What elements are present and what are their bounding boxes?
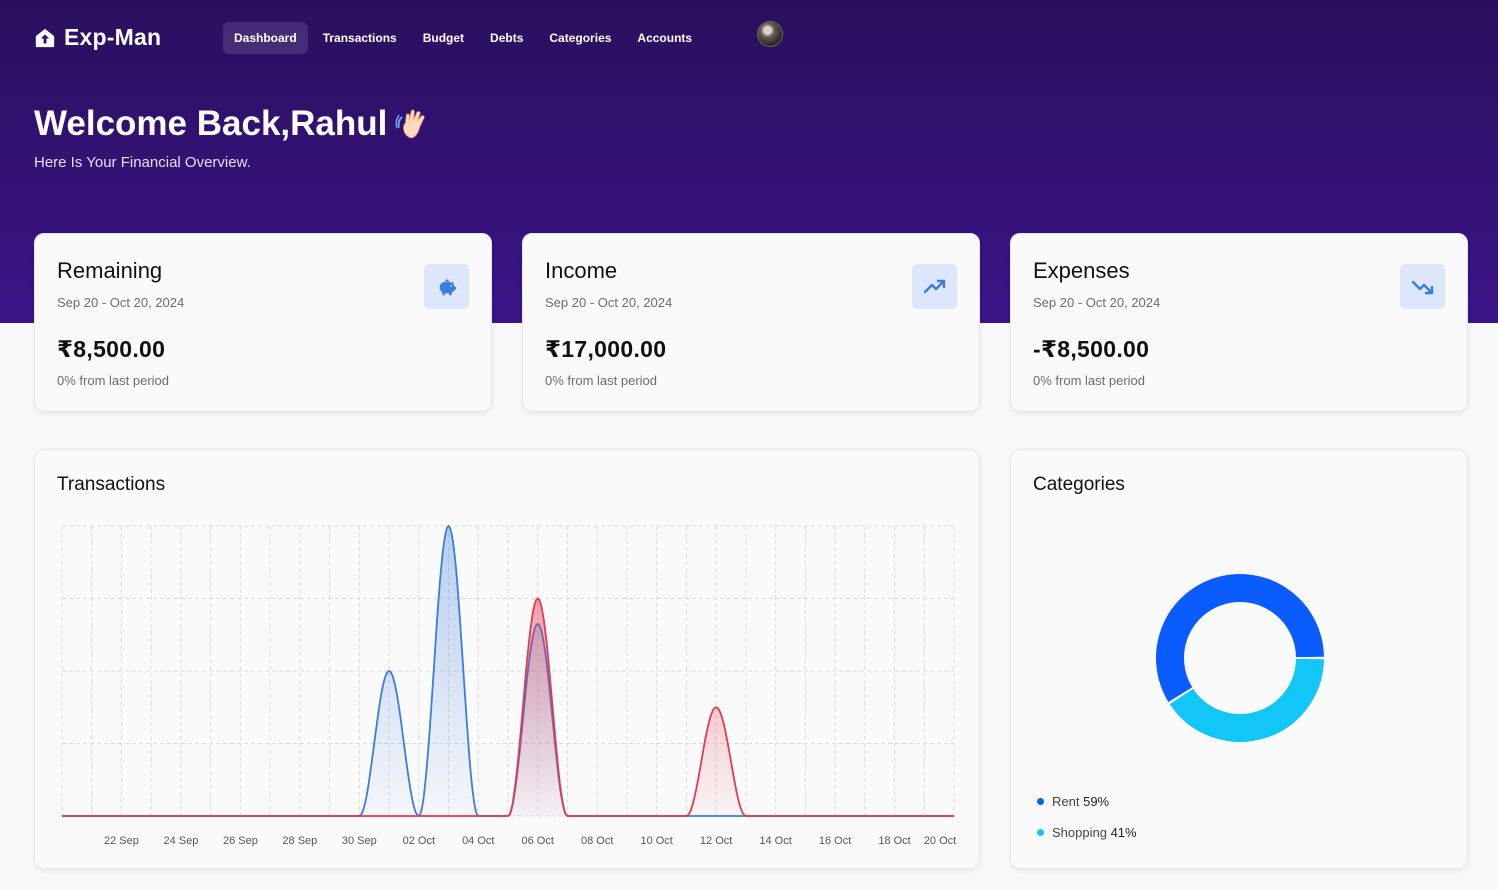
legend-item-rent: Rent 59% bbox=[1037, 794, 1109, 809]
stat-title: Remaining bbox=[57, 258, 163, 283]
x-tick-label: 02 Oct bbox=[403, 835, 435, 847]
legend-label: Rent 59% bbox=[1052, 794, 1110, 809]
trending-up-icon bbox=[923, 279, 945, 293]
nav-item-dashboard[interactable]: Dashboard bbox=[223, 22, 308, 54]
user-avatar[interactable] bbox=[757, 21, 783, 47]
x-tick-label: 24 Sep bbox=[163, 835, 198, 847]
stat-change: 0% from last period bbox=[57, 373, 169, 388]
x-tick-label: 30 Sep bbox=[342, 835, 377, 847]
home-upload-icon bbox=[35, 28, 55, 47]
stat-amount: ₹8,500.00 bbox=[57, 336, 166, 362]
top-navigation: Exp-Man Dashboard Transactions Budget De… bbox=[0, 0, 1498, 75]
stat-card-remaining: Remaining Sep 20 - Oct 20, 2024 ₹8,500.0… bbox=[34, 233, 492, 412]
stat-icon-box bbox=[424, 264, 469, 309]
legend-label: Shopping 41% bbox=[1052, 825, 1137, 840]
stat-amount: ₹17,000.00 bbox=[545, 336, 667, 362]
nav-item-budget[interactable]: Budget bbox=[412, 22, 475, 54]
x-tick-label: 06 Oct bbox=[522, 835, 554, 847]
welcome-subtitle: Here Is Your Financial Overview. bbox=[34, 154, 251, 171]
stat-icon-box bbox=[1400, 264, 1445, 309]
stat-card-expenses: Expenses Sep 20 - Oct 20, 2024 -₹8,500.0… bbox=[1010, 233, 1468, 412]
waving-hand-icon bbox=[395, 109, 425, 139]
nav-item-accounts[interactable]: Accounts bbox=[626, 22, 703, 54]
nav-links: Dashboard Transactions Budget Debts Cate… bbox=[223, 22, 703, 54]
categories-panel: Categories Rent 59% Shopping 41% bbox=[1010, 449, 1468, 869]
transactions-chart[interactable]: 22 Sep 24 Sep 26 Sep 28 Sep 30 Sep 02 Oct 04 O… bbox=[35, 450, 981, 870]
x-tick-label: 22 Sep bbox=[104, 835, 139, 847]
nav-item-transactions[interactable]: Transactions bbox=[312, 22, 408, 54]
welcome-heading: Welcome Back,Rahul bbox=[34, 104, 433, 144]
stat-change: 0% from last period bbox=[545, 373, 657, 388]
app-name: Exp-Man bbox=[64, 24, 162, 50]
stat-amount: -₹8,500.00 bbox=[1033, 336, 1150, 362]
stat-icon-box bbox=[912, 264, 957, 309]
x-tick-label: 16 Oct bbox=[819, 835, 851, 847]
stat-date-range: Sep 20 - Oct 20, 2024 bbox=[545, 295, 673, 310]
x-tick-label: 28 Sep bbox=[282, 835, 317, 847]
nav-item-debts[interactable]: Debts bbox=[479, 22, 534, 54]
stat-card-income: Income Sep 20 - Oct 20, 2024 ₹17,000.00 … bbox=[522, 233, 980, 412]
x-tick-label: 10 Oct bbox=[640, 835, 672, 847]
trending-down-icon bbox=[1411, 280, 1433, 294]
transactions-panel: Transactions 22 Sep 24 Sep 26 Sep 28 Sep 30 … bbox=[34, 449, 980, 869]
welcome-title: Welcome Back,Rahul bbox=[34, 104, 388, 143]
x-tick-label: 14 Oct bbox=[759, 835, 791, 847]
legend-item-shopping: Shopping 41% bbox=[1037, 825, 1137, 840]
legend-dot bbox=[1037, 829, 1044, 836]
x-tick-label: 20 Oct bbox=[924, 835, 956, 847]
legend-dot bbox=[1037, 798, 1044, 805]
x-tick-label: 26 Sep bbox=[223, 835, 258, 847]
piggy-bank-icon bbox=[439, 279, 456, 295]
stat-date-range: Sep 20 - Oct 20, 2024 bbox=[1033, 295, 1161, 310]
nav-item-categories[interactable]: Categories bbox=[538, 22, 622, 54]
x-tick-label: 08 Oct bbox=[581, 835, 613, 847]
donut-slice-shopping[interactable] bbox=[1169, 658, 1324, 742]
donut-slice-rent[interactable] bbox=[1156, 574, 1324, 702]
x-tick-label: 04 Oct bbox=[462, 835, 494, 847]
stat-change: 0% from last period bbox=[1033, 373, 1145, 388]
stat-title: Expenses bbox=[1033, 258, 1130, 283]
stat-date-range: Sep 20 - Oct 20, 2024 bbox=[57, 295, 185, 310]
x-tick-label: 18 Oct bbox=[878, 835, 910, 847]
x-tick-label: 12 Oct bbox=[700, 835, 732, 847]
app-logo[interactable]: Exp-Man bbox=[34, 24, 161, 51]
stat-title: Income bbox=[545, 258, 618, 283]
